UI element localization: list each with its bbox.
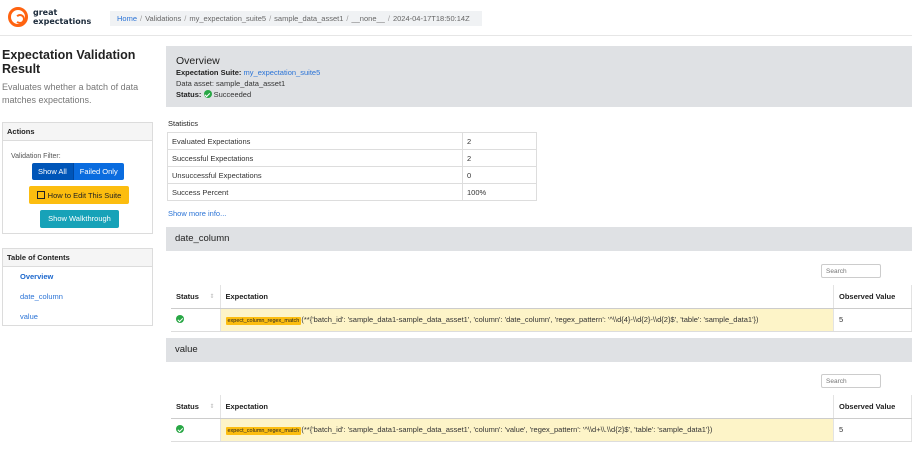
expectation-cell: expect_column_regex_match (**{'batch_id':… — [220, 418, 834, 442]
table-row: Success Percent 100% — [167, 183, 537, 201]
edit-icon — [36, 191, 45, 199]
column-header-observed-value[interactable]: Observed Value — [833, 285, 912, 309]
statistics-title: Statistics — [168, 119, 199, 128]
status-value: Succeeded — [213, 90, 252, 99]
table-row: Evaluated Expectations 2 — [167, 132, 537, 150]
overview-asset-line: Data asset: sample_data_asset1 — [176, 79, 286, 88]
stat-value: 0 — [462, 166, 537, 184]
column-header-expectation[interactable]: Expectation — [220, 395, 834, 419]
top-navbar: great expectations Home / Validations / my_e… — [0, 0, 912, 36]
expectation-kwargs: (**{'batch_id': 'sample_data1-sample_dat… — [301, 315, 759, 324]
search-input[interactable] — [821, 264, 881, 278]
section-header-date-column: date_column — [166, 227, 912, 251]
stat-label: Success Percent — [167, 183, 463, 201]
column-header-status[interactable]: Status ⇕ — [171, 285, 221, 309]
table-row: Successful Expectations 2 — [167, 149, 537, 167]
statistics-table: Evaluated Expectations 2 Successful Expec… — [167, 132, 537, 201]
edit-suite-button[interactable]: How to Edit This Suite — [29, 186, 129, 204]
observed-value-cell: 5 — [833, 308, 912, 332]
breadcrumb-asset: sample_data_asset1 — [274, 14, 344, 23]
show-more-info-link[interactable]: Show more info... — [168, 209, 226, 218]
expectations-table: Status ⇕ Expectation Observed Value expec… — [171, 395, 912, 442]
expectation-cell: expect_column_regex_match (**{'batch_id':… — [220, 308, 834, 332]
column-header-label: Observed Value — [839, 401, 896, 411]
breadcrumb: Home / Validations / my_expectation_suite5/s… — [110, 11, 482, 26]
logo-icon — [8, 7, 28, 27]
breadcrumb-suite: my_expectation_suite5 — [189, 14, 267, 23]
expectation-type-badge: expect_column_regex_match — [225, 317, 302, 325]
expectations-table: Status ⇕ Expectation Observed Value expec… — [171, 285, 912, 332]
brand-logo[interactable]: great expectations — [8, 7, 91, 27]
edit-suite-label: How to Edit This Suite — [47, 190, 122, 200]
table-of-contents: Table of Contents Overview date_column v… — [2, 248, 153, 326]
page-subtitle: Evaluates whether a batch of data matche… — [2, 82, 139, 105]
overview-title: Overview — [176, 55, 220, 67]
show-all-button[interactable]: Show All — [32, 163, 73, 180]
column-header-label: Expectation — [225, 291, 269, 301]
actions-card: Actions Validation Filter: Show All Fail… — [2, 122, 153, 234]
validation-filter-label: Validation Filter: — [11, 153, 61, 160]
observed-value-cell: 5 — [833, 418, 912, 442]
logo-line-1: great — [33, 8, 58, 17]
table-row: expect_column_regex_match (**{'batch_id':… — [171, 308, 912, 332]
breadcrumb-none: __none__ — [351, 14, 385, 23]
breadcrumb-home-link[interactable]: Home — [117, 14, 137, 23]
column-header-expectation[interactable]: Expectation — [220, 285, 834, 309]
check-circle-icon — [176, 425, 184, 433]
logo-text: great expectations — [33, 8, 91, 26]
suite-label: Expectation Suite: — [176, 68, 242, 77]
suite-link[interactable]: my_expectation_suite5 — [244, 68, 321, 77]
stat-label: Unsuccessful Expectations — [167, 166, 463, 184]
toc-header: Table of Contents — [3, 249, 152, 267]
column-header-label: Status — [176, 291, 199, 301]
breadcrumb-run: 2024-04-17T18:50:14Z — [392, 14, 470, 23]
column-header-label: Expectation — [225, 401, 269, 411]
column-header-status[interactable]: Status ⇕ — [171, 395, 221, 419]
table-header-row: Status ⇕ Expectation Observed Value — [171, 395, 912, 419]
page-title: Expectation Validation Result — [2, 48, 136, 76]
toc-item-date-column[interactable]: date_column — [3, 287, 152, 307]
sort-icon: ⇕ — [209, 404, 215, 410]
expectation-kwargs: (**{'batch_id': 'sample_data1-sample_dat… — [301, 425, 713, 434]
overview-suite-line: Expectation Suite: my_expectation_suite5 — [176, 67, 902, 78]
toc-item-overview[interactable]: Overview — [3, 267, 152, 287]
logo-line-2: expectations — [33, 17, 92, 26]
section-header-value: value — [166, 338, 912, 362]
column-header-label: Status — [176, 401, 199, 411]
status-label: Status: — [176, 90, 202, 99]
overview-panel: Overview Expectation Suite: my_expectati… — [166, 46, 912, 107]
toc-item-value[interactable]: value — [3, 307, 152, 327]
column-header-label: Observed Value — [839, 291, 896, 301]
actions-header: Actions — [3, 123, 152, 141]
expectation-type-badge: expect_column_regex_match — [225, 427, 302, 435]
status-cell — [171, 418, 221, 442]
breadcrumb-validations: Validations — [145, 14, 182, 23]
check-circle-icon — [176, 315, 184, 323]
stat-label: Successful Expectations — [167, 149, 463, 167]
overview-status-line: Status: Succeeded — [176, 89, 902, 100]
status-cell — [171, 308, 221, 332]
column-header-observed-value[interactable]: Observed Value — [833, 395, 912, 419]
table-row: Unsuccessful Expectations 0 — [167, 166, 537, 184]
stat-value: 100% — [462, 183, 537, 201]
validation-filter-group: Show All Failed Only — [32, 163, 124, 180]
check-circle-icon — [203, 90, 212, 98]
stat-value: 2 — [462, 149, 537, 167]
table-row: expect_column_regex_match (**{'batch_id':… — [171, 418, 912, 442]
stat-value: 2 — [462, 132, 537, 150]
sort-icon: ⇕ — [209, 294, 215, 300]
failed-only-button[interactable]: Failed Only — [72, 163, 124, 180]
search-input[interactable] — [821, 374, 881, 388]
show-walkthrough-button[interactable]: Show Walkthrough — [40, 210, 119, 228]
stat-label: Evaluated Expectations — [167, 132, 463, 150]
table-header-row: Status ⇕ Expectation Observed Value — [171, 285, 912, 309]
